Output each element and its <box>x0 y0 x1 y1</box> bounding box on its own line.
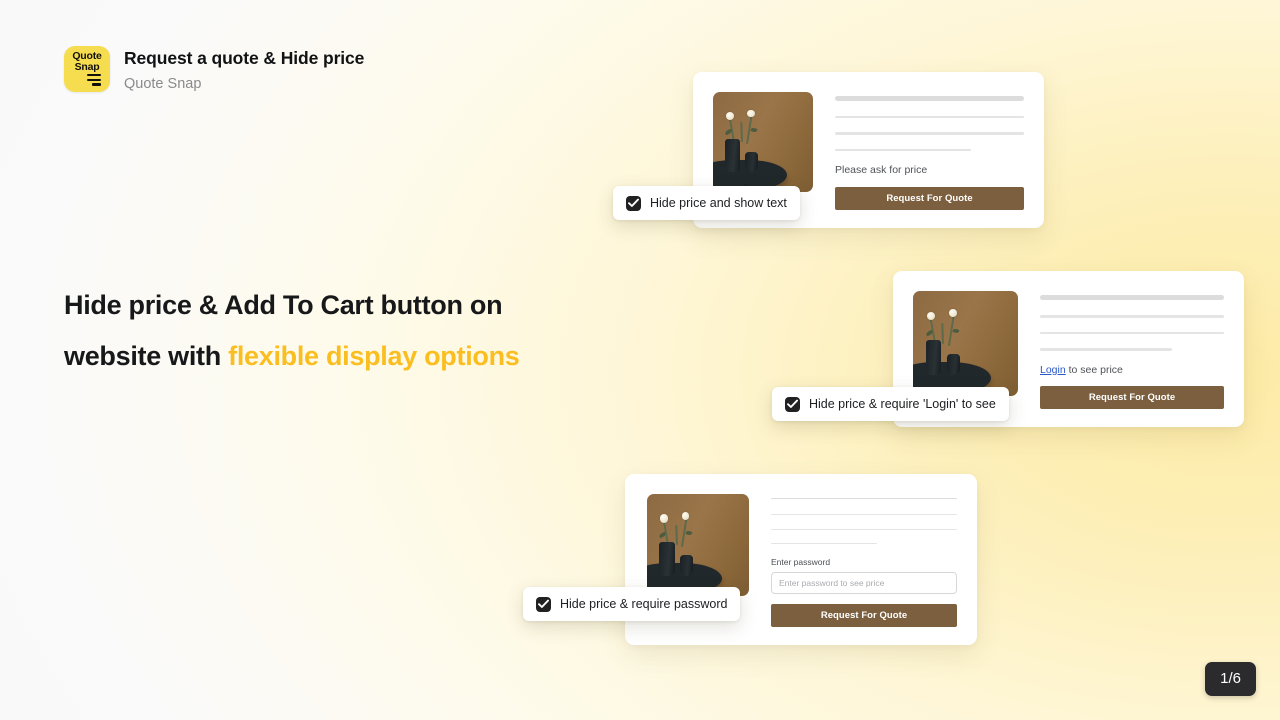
option-pill-label: Hide price and show text <box>650 196 787 210</box>
skeleton-title <box>771 498 957 500</box>
skeleton-line-short <box>835 148 972 151</box>
product-image <box>647 494 749 596</box>
headline-line1: Hide price & Add To Cart button on <box>64 290 503 320</box>
skeleton-line <box>771 514 957 515</box>
password-input[interactable] <box>771 572 957 595</box>
skeleton-line-short <box>1040 348 1173 351</box>
app-developer-name: Quote Snap <box>124 76 202 92</box>
product-details: Enter password Request For Quote <box>771 494 957 628</box>
product-image <box>913 291 1018 396</box>
skeleton-line-short <box>771 543 878 545</box>
skeleton-line <box>1040 331 1224 335</box>
app-meta: Request a quote & Hide price Quote Snap <box>124 46 364 94</box>
option-pill-label: Hide price & require password <box>560 597 728 611</box>
skeleton-line <box>835 132 1024 135</box>
request-for-quote-button[interactable]: Request For Quote <box>835 187 1024 210</box>
product-details: Please ask for price Request For Quote <box>835 92 1024 210</box>
option-pill-label: Hide price & require 'Login' to see <box>809 397 996 411</box>
skeleton-line <box>771 528 957 530</box>
price-note: Please ask for price <box>835 164 928 176</box>
request-for-quote-button[interactable]: Request For Quote <box>1040 386 1224 409</box>
page-title: Request a quote & Hide price <box>124 48 365 68</box>
option-pill-require-login[interactable]: Hide price & require 'Login' to see <box>772 387 1009 421</box>
headline-line2-accent: flexible display options <box>228 341 520 371</box>
app-header: Quote Snap Request a quote & Hide price … <box>64 46 364 94</box>
option-pill-show-text[interactable]: Hide price and show text <box>613 186 800 220</box>
price-note: Login to see price <box>1040 364 1224 376</box>
checkbox-checked-icon[interactable] <box>626 195 641 211</box>
checkbox-checked-icon[interactable] <box>785 396 800 412</box>
slide-canvas: Quote Snap Request a quote & Hide price … <box>0 0 1280 720</box>
skeleton-title <box>1040 295 1224 300</box>
product-image <box>713 92 813 192</box>
request-for-quote-button[interactable]: Request For Quote <box>771 604 957 628</box>
logo-bars-icon <box>87 72 101 86</box>
login-note-rest: to see price <box>1065 364 1123 376</box>
checkbox-checked-icon[interactable] <box>536 596 551 612</box>
skeleton-line <box>1040 314 1224 318</box>
password-field-label: Enter password <box>771 557 831 568</box>
quote-snap-logo-icon: Quote Snap <box>64 46 110 92</box>
skeleton-title <box>835 96 1024 101</box>
page-counter-badge: 1/6 <box>1205 662 1256 696</box>
headline: Hide price & Add To Cart button on websi… <box>64 280 624 382</box>
login-link[interactable]: Login <box>1040 364 1066 376</box>
skeleton-line <box>835 115 1024 119</box>
product-details: Login to see price Request For Quote <box>1040 291 1224 409</box>
headline-line2-plain: website with <box>64 341 229 371</box>
option-pill-require-password[interactable]: Hide price & require password <box>523 587 741 621</box>
